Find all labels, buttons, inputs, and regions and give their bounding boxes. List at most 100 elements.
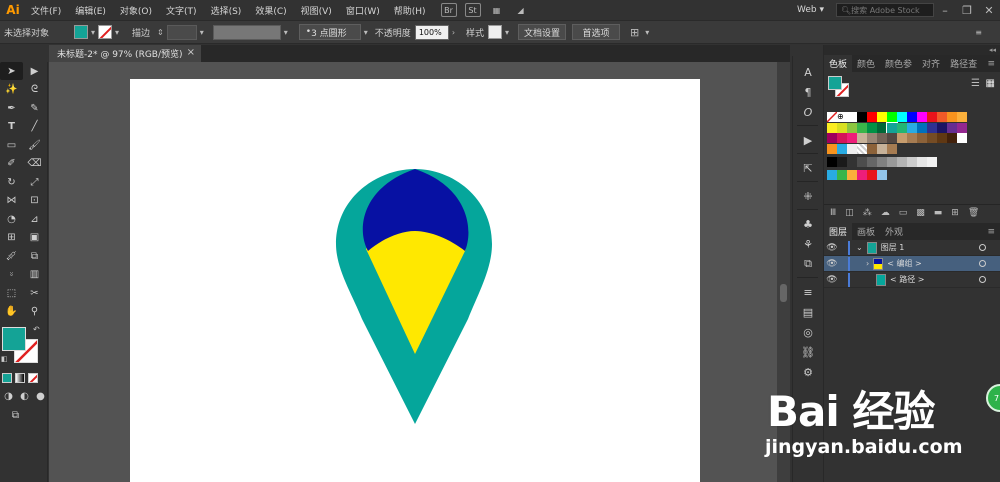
zoom-tool-icon[interactable]: ⚲ (23, 303, 46, 321)
swatch-cell[interactable] (867, 112, 877, 122)
menu-type[interactable]: 文字(T) (159, 4, 204, 17)
swap-fill-stroke-icon[interactable]: ↶ (33, 325, 40, 334)
draw-behind-icon[interactable]: ◐ (18, 388, 31, 406)
swatch-cell[interactable] (867, 122, 877, 133)
workspace-switcher[interactable]: Web ▾ (793, 5, 828, 15)
shape-builder-tool-icon[interactable]: ◔ (0, 210, 23, 228)
swatch-cell[interactable] (927, 112, 937, 122)
panel-menu-icon[interactable]: ≡ (982, 223, 1000, 240)
paragraph-panel-icon[interactable]: ¶ (793, 82, 823, 102)
chevron-right-icon[interactable]: › (866, 259, 869, 268)
swatch-cell[interactable] (827, 133, 837, 144)
swatch-cell[interactable] (887, 133, 897, 144)
layer-name[interactable]: 图层 1 (881, 242, 905, 253)
swatch-cell[interactable] (857, 133, 867, 144)
swatch-cell[interactable] (937, 122, 947, 133)
transform-panel-icon[interactable]: ⁜ (793, 186, 823, 206)
chevron-down-icon[interactable]: ▾ (645, 28, 649, 37)
swatch-cell[interactable] (927, 122, 937, 133)
eyedropper-tool-icon[interactable]: 💉︎ (0, 247, 23, 265)
pen-tool-icon[interactable]: ✒ (0, 99, 23, 117)
stock-button[interactable]: St (464, 3, 481, 17)
panel-menu-icon[interactable]: ≡ (982, 55, 1000, 72)
menu-window[interactable]: 窗口(W) (339, 4, 387, 17)
target-icon[interactable] (979, 244, 986, 251)
place-swatches-icon[interactable]: ◫ (845, 208, 854, 218)
swatch-cell[interactable] (887, 156, 897, 167)
rotate-tool-icon[interactable]: ↻ (0, 173, 23, 191)
type-tool-icon[interactable]: T (0, 118, 23, 136)
swatch-cell[interactable] (917, 112, 927, 122)
draw-inside-icon[interactable]: ● (34, 388, 47, 406)
eraser-tool-icon[interactable]: ⌫ (23, 155, 46, 173)
swatch-cell[interactable] (877, 133, 887, 144)
slice-tool-icon[interactable]: ✂ (23, 284, 46, 302)
swatch-cell[interactable] (847, 133, 857, 144)
line-tool-icon[interactable]: ╱ (23, 118, 46, 136)
swatch-options-icon[interactable]: ▭ (899, 208, 908, 218)
fill-swatch[interactable] (74, 25, 88, 39)
swatch-cell[interactable] (927, 133, 937, 144)
swatch-cell[interactable] (897, 156, 907, 167)
swatch-cell[interactable] (947, 122, 957, 133)
arrange-icon[interactable]: ⊞ (630, 26, 639, 39)
scale-tool-icon[interactable]: ⤢ (23, 173, 46, 191)
default-colors-icon[interactable]: ◧ (1, 355, 8, 363)
swatch-cell[interactable] (897, 112, 907, 122)
direct-selection-tool-icon[interactable]: ▶ (23, 62, 46, 80)
opacity-label[interactable]: 不透明度 (371, 26, 415, 39)
mesh-tool-icon[interactable]: ⊞ (0, 229, 23, 247)
tab-color-guide[interactable]: 颜色参 (880, 55, 917, 72)
thumbnail-view-icon[interactable]: ▦ (986, 78, 995, 89)
none-mode-icon[interactable] (28, 373, 38, 384)
restore-icon[interactable]: ❐ (956, 4, 978, 17)
character-panel-icon[interactable]: A (793, 62, 823, 82)
swatch-cell[interactable] (867, 169, 877, 180)
paintbrush-tool-icon[interactable]: 🖌︎ (23, 136, 46, 154)
swatch-cell[interactable] (837, 133, 847, 144)
stroke-weight-input[interactable] (166, 24, 197, 40)
swatch-cell[interactable] (877, 156, 887, 167)
width-tool-icon[interactable]: ⋈ (0, 192, 23, 210)
menu-effect[interactable]: 效果(C) (248, 4, 293, 17)
swatch-cell[interactable] (917, 156, 927, 167)
hand-tool-icon[interactable]: ✋ (0, 303, 23, 321)
fill-color-box[interactable] (2, 327, 26, 351)
gradient-tool-icon[interactable]: ▣ (23, 229, 46, 247)
perspective-grid-tool-icon[interactable]: ⊿ (23, 210, 46, 228)
swatch-cell[interactable] (917, 122, 927, 133)
swatch-cell[interactable] (827, 122, 837, 133)
column-graph-tool-icon[interactable]: ▥ (23, 266, 46, 284)
links-panel-icon[interactable]: ⛓ (793, 342, 823, 362)
swatch-cell[interactable] (897, 133, 907, 144)
document-setup-button[interactable]: 文档设置 (518, 24, 567, 40)
swatch-cell[interactable] (826, 111, 838, 123)
canvas[interactable] (49, 62, 777, 482)
menu-file[interactable]: 文件(F) (24, 4, 68, 17)
style-swatch[interactable] (488, 25, 503, 39)
draw-normal-icon[interactable]: ◑ (2, 388, 15, 406)
close-icon[interactable]: × (187, 47, 195, 58)
swatch-cell[interactable] (847, 169, 857, 180)
new-swatch-icon[interactable]: ⊞ (951, 208, 959, 218)
swatch-cell[interactable] (867, 133, 877, 144)
free-transform-tool-icon[interactable]: ⊡ (23, 192, 46, 210)
swatch-cell[interactable] (867, 156, 877, 167)
swatch-cell[interactable] (907, 156, 917, 167)
variable-width-profile[interactable] (212, 24, 281, 40)
target-icon[interactable] (979, 260, 986, 267)
swatch-cell[interactable] (947, 112, 957, 122)
tab-pathfinder[interactable]: 路径查 (945, 55, 982, 72)
image-trace-panel-icon[interactable]: ⧉ (793, 254, 823, 274)
symbols-panel-icon[interactable]: ♣ (793, 214, 823, 234)
stock-search-input[interactable]: 🔍︎ 搜索 Adobe Stock (836, 3, 934, 17)
stepper-icon[interactable]: ⇕ (157, 28, 164, 37)
swatch-cell[interactable] (837, 122, 847, 133)
swatch-cell[interactable] (957, 112, 967, 122)
swatch-cell[interactable] (937, 112, 947, 122)
cloud-icon[interactable]: ☁ (881, 208, 890, 218)
swatch-cell[interactable] (887, 112, 897, 122)
swatch-cell[interactable] (887, 143, 897, 154)
list-view-icon[interactable]: ☰ (971, 78, 980, 89)
swatch-cell[interactable] (947, 133, 957, 144)
